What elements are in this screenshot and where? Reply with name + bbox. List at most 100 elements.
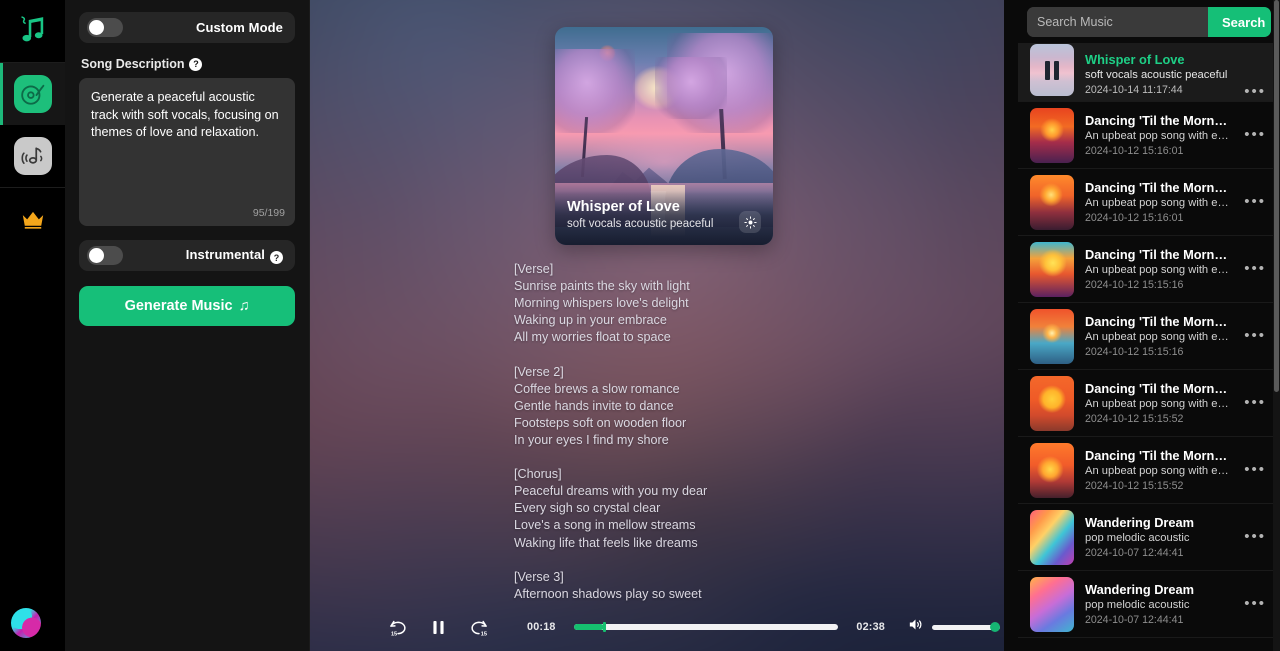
song-description-input[interactable]: Generate a peaceful acoustic track with …	[79, 78, 295, 226]
track-title: Wandering Dream	[1085, 515, 1195, 530]
track-thumbnail[interactable]	[1030, 308, 1074, 364]
instrumental-toggle-row[interactable]: Instrumental?	[79, 240, 295, 271]
track-title: Dancing 'Til the Mornin...	[1085, 113, 1230, 128]
instrumental-switch[interactable]	[87, 246, 123, 265]
track-list-item[interactable]: Dancing 'Til the Mornin... An upbeat pop …	[1018, 303, 1280, 370]
track-meta: Dancing 'Til the Mornin... An upbeat pop …	[1085, 247, 1229, 291]
track-list-item[interactable]: Wandering Dream pop melodic acoustic 2024-…	[1018, 504, 1280, 571]
track-meta: Dancing 'Til the Mornin... An upbeat pop …	[1085, 113, 1229, 157]
more-options-icon[interactable]: •••	[1240, 596, 1270, 611]
custom-mode-toggle-row[interactable]: Custom Mode	[79, 12, 295, 43]
song-card-subtitle: soft vocals acoustic peaceful	[567, 218, 714, 230]
sidebar-item-library[interactable]	[0, 125, 65, 187]
more-options-icon[interactable]: •••	[1240, 395, 1270, 410]
track-description: pop melodic acoustic	[1085, 599, 1190, 611]
panel-gutter	[1004, 0, 1018, 651]
music-library-panel: Search Whisper of Love soft vocals acoust…	[1018, 0, 1280, 651]
app-logo[interactable]	[0, 0, 65, 62]
progress-slider[interactable]	[573, 622, 839, 632]
song-artwork-card[interactable]: Whisper of Love soft vocals acoustic pea…	[555, 27, 773, 245]
player-controls-bar: 15 15 00:18 02:38	[310, 603, 1018, 651]
volume-icon[interactable]	[907, 616, 924, 638]
play-pause-button[interactable]	[423, 617, 454, 638]
total-time: 02:38	[856, 621, 885, 633]
instrumental-label-text: Instrumental	[185, 246, 265, 262]
avatar[interactable]	[11, 608, 41, 638]
track-thumbnail[interactable]	[1030, 107, 1074, 163]
generate-music-button[interactable]: Generate Music ♫	[79, 286, 295, 326]
track-description: An upbeat pop song with el...	[1085, 197, 1230, 209]
more-options-icon[interactable]: •••	[1240, 328, 1270, 343]
thumbnail-pause-icon[interactable]	[1030, 44, 1074, 96]
track-thumbnail[interactable]	[1030, 241, 1074, 297]
progress-fill	[573, 624, 604, 630]
track-thumbnail[interactable]	[1030, 442, 1074, 498]
switch-knob	[89, 248, 104, 263]
sound-wave-note-icon	[13, 137, 52, 175]
track-list-item[interactable]: Dancing 'Til the Mornin... An upbeat pop …	[1018, 102, 1280, 169]
track-meta: Whisper of Love soft vocals acoustic peac…	[1085, 52, 1229, 96]
more-options-icon[interactable]: •••	[1240, 261, 1270, 276]
more-options-icon[interactable]: •••	[1240, 84, 1270, 99]
track-timestamp: 2024-10-12 15:15:16	[1085, 279, 1184, 291]
track-list-item[interactable]: Dancing 'Til the Mornin... An upbeat pop …	[1018, 370, 1280, 437]
track-thumbnail[interactable]	[1030, 375, 1074, 431]
instrumental-label: Instrumental?	[123, 247, 283, 265]
track-meta: Wandering Dream pop melodic acoustic 2024-…	[1085, 515, 1229, 559]
forward-15-button[interactable]: 15	[464, 617, 495, 638]
lyrics-text: [Verse] Sunrise paints the sky with ligh…	[514, 262, 708, 601]
track-timestamp: 2024-10-07 12:44:41	[1085, 614, 1184, 626]
custom-mode-switch[interactable]	[87, 18, 123, 37]
track-list-item[interactable]: Whisper of Love soft vocals acoustic peac…	[1018, 43, 1280, 102]
search-button[interactable]: Search	[1208, 7, 1271, 37]
track-description: An upbeat pop song with el...	[1085, 465, 1230, 477]
track-description: An upbeat pop song with el...	[1085, 130, 1230, 142]
more-options-icon[interactable]: •••	[1240, 127, 1270, 142]
song-description-label-text: Song Description	[81, 57, 185, 71]
svg-text:15: 15	[391, 631, 397, 637]
progress-thumb[interactable]	[602, 622, 606, 632]
track-thumbnail[interactable]	[1030, 576, 1074, 632]
track-title: Dancing 'Til the Mornin...	[1085, 180, 1230, 195]
rewind-15-button[interactable]: 15	[382, 617, 413, 638]
song-detail-scroll-area[interactable]: Whisper of Love soft vocals acoustic pea…	[310, 0, 1018, 651]
help-icon[interactable]: ?	[189, 57, 203, 71]
track-title: Wandering Dream	[1085, 582, 1195, 597]
track-title: Whisper of Love	[1085, 52, 1185, 67]
library-scrollbar[interactable]	[1273, 0, 1280, 651]
help-icon[interactable]: ?	[270, 251, 283, 265]
track-list-item[interactable]: Wandering Dream pop melodic acoustic 2024-…	[1018, 571, 1280, 638]
rewind-15-icon: 15	[390, 620, 406, 637]
forward-15-icon: 15	[471, 620, 487, 637]
track-thumbnail[interactable]	[1030, 174, 1074, 230]
blossom-tree	[655, 57, 727, 119]
sidebar-item-generate[interactable]	[0, 63, 65, 125]
track-list-item[interactable]: Dancing 'Til the Mornin... An upbeat pop …	[1018, 169, 1280, 236]
more-options-icon[interactable]: •••	[1240, 462, 1270, 477]
track-list[interactable]: Whisper of Love soft vocals acoustic peac…	[1018, 43, 1280, 651]
crown-icon	[22, 211, 43, 229]
generate-music-label: Generate Music	[124, 298, 233, 314]
track-meta: Wandering Dream pop melodic acoustic 2024-…	[1085, 582, 1229, 626]
track-timestamp: 2024-10-07 12:44:41	[1085, 547, 1184, 559]
track-thumbnail[interactable]	[1030, 509, 1074, 565]
current-time: 00:18	[527, 621, 556, 633]
volume-control[interactable]	[907, 616, 1000, 638]
track-title: Dancing 'Til the Mornin...	[1085, 247, 1230, 262]
track-thumbnail[interactable]	[1030, 44, 1074, 96]
track-list-item[interactable]: Dancing 'Til the Mornin... An upbeat pop …	[1018, 236, 1280, 303]
track-description: An upbeat pop song with el...	[1085, 331, 1230, 343]
volume-slider[interactable]	[932, 622, 1000, 632]
song-description-value: Generate a peaceful acoustic track with …	[91, 90, 283, 139]
sidebar-item-premium[interactable]	[0, 188, 65, 250]
track-timestamp: 2024-10-12 15:16:01	[1085, 145, 1184, 157]
track-list-item[interactable]: Dancing 'Til the Mornin... An upbeat pop …	[1018, 437, 1280, 504]
custom-mode-label: Custom Mode	[195, 20, 283, 35]
volume-thumb[interactable]	[990, 622, 1000, 632]
search-input[interactable]	[1027, 7, 1208, 37]
sparkle-icon[interactable]	[739, 211, 761, 233]
track-meta: Dancing 'Til the Mornin... An upbeat pop …	[1085, 314, 1229, 358]
more-options-icon[interactable]: •••	[1240, 529, 1270, 544]
library-scrollbar-thumb[interactable]	[1274, 0, 1279, 392]
more-options-icon[interactable]: •••	[1240, 194, 1270, 209]
